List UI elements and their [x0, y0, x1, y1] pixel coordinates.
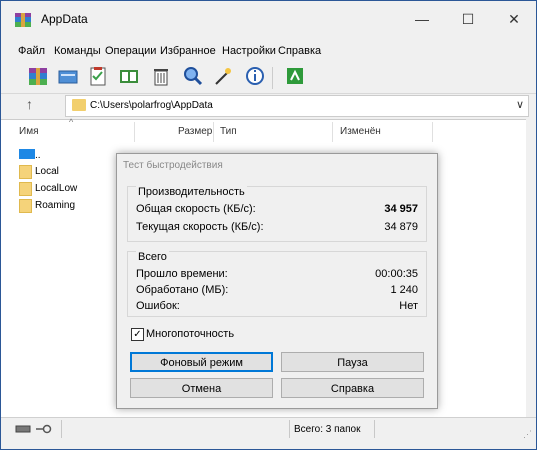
elapsed-label: Прошло времени: — [136, 268, 228, 280]
status-divider — [289, 420, 290, 438]
column-divider[interactable] — [134, 122, 135, 142]
performance-group: Производительность Общая скорость (КБ/с)… — [127, 186, 427, 242]
elapsed-value: 00:00:35 — [375, 268, 418, 280]
wizard-icon[interactable] — [212, 65, 234, 87]
pause-button[interactable]: Пауза — [281, 352, 424, 372]
test-icon[interactable] — [87, 65, 109, 87]
menu-help[interactable]: Справка — [278, 45, 321, 57]
cancel-button[interactable]: Отмена — [130, 378, 273, 398]
resize-grip-icon[interactable]: ⋰ — [523, 429, 532, 440]
total-speed-value: 34 957 — [384, 203, 418, 215]
errors-label: Ошибок: — [136, 300, 180, 312]
processed-value: 1 240 — [390, 284, 418, 296]
current-speed-value: 34 879 — [384, 221, 418, 233]
total-speed-row: Общая скорость (КБ/с): 34 957 — [136, 203, 418, 215]
folder-icon — [19, 199, 32, 213]
add-archive-icon[interactable] — [27, 65, 49, 87]
benchmark-dialog: Тест быстродействия Производительность О… — [116, 153, 438, 409]
vertical-scrollbar[interactable] — [526, 119, 536, 416]
current-speed-row: Текущая скорость (КБ/с): 34 879 — [136, 221, 418, 233]
help-button[interactable]: Справка — [281, 378, 424, 398]
menu-operations[interactable]: Операции — [105, 45, 156, 57]
parent-folder-icon — [19, 149, 35, 159]
info-icon[interactable] — [244, 65, 266, 87]
menu-file[interactable]: Файл — [18, 45, 45, 57]
column-name[interactable]: Имя — [19, 126, 38, 137]
toolbar — [1, 61, 536, 93]
background-mode-button[interactable]: Фоновый режим — [130, 352, 273, 372]
column-size[interactable]: Размер — [178, 126, 212, 137]
folder-icon — [72, 99, 86, 111]
status-text: Всего: 3 папок — [294, 424, 361, 435]
window-title: AppData — [41, 12, 88, 26]
main-window: AppData — ☐ ✕ Файл Команды Операции Избр… — [0, 0, 537, 450]
performance-heading: Производительность — [136, 186, 247, 198]
path-text: C:\Users\polarfrog\AppData — [90, 100, 213, 111]
up-arrow-icon[interactable]: ↑ — [26, 96, 33, 112]
menu-favorites[interactable]: Избранное — [160, 45, 216, 57]
view-icon[interactable] — [118, 65, 140, 87]
menu-settings[interactable]: Настройки — [222, 45, 276, 57]
close-button[interactable]: ✕ — [491, 1, 537, 37]
totals-group: Всего Прошло времени: 00:00:35 Обработан… — [127, 251, 427, 317]
file-name: Local — [35, 166, 59, 177]
file-name: LocalLow — [35, 183, 78, 194]
close-icon: ✕ — [508, 10, 520, 27]
totals-heading: Всего — [136, 251, 169, 263]
address-bar: ↑ C:\Users\polarfrog\AppData ∨ — [1, 93, 536, 118]
multithreading-label[interactable]: Многопоточность — [146, 328, 234, 340]
minimize-icon: — — [415, 11, 429, 27]
column-divider[interactable] — [432, 122, 433, 142]
errors-value: Нет — [399, 300, 418, 312]
elapsed-row: Прошло времени: 00:00:35 — [136, 268, 418, 280]
minimize-button[interactable]: — — [399, 1, 445, 37]
sort-caret-icon: ^ — [69, 117, 74, 127]
repair-icon[interactable] — [284, 65, 306, 87]
column-divider[interactable] — [213, 122, 214, 142]
find-icon[interactable] — [182, 65, 204, 87]
key-icon[interactable] — [35, 424, 53, 434]
folder-icon — [19, 182, 32, 196]
processed-row: Обработано (МБ): 1 240 — [136, 284, 418, 296]
extract-to-icon[interactable] — [57, 65, 79, 87]
status-bar: Всего: 3 папок ⋰ — [1, 417, 536, 442]
multithreading-checkbox[interactable]: ✓ — [131, 328, 144, 341]
column-divider[interactable] — [332, 122, 333, 142]
drive-icon[interactable] — [15, 424, 31, 434]
total-speed-label: Общая скорость (КБ/с): — [136, 203, 256, 215]
menu-bar: Файл Команды Операции Избранное Настройк… — [1, 41, 536, 61]
chevron-down-icon[interactable]: ∨ — [516, 98, 524, 111]
path-field[interactable]: C:\Users\polarfrog\AppData ∨ — [65, 95, 529, 117]
delete-icon[interactable] — [150, 65, 172, 87]
maximize-button[interactable]: ☐ — [445, 1, 491, 37]
column-type[interactable]: Тип — [220, 126, 237, 137]
maximize-icon: ☐ — [461, 10, 475, 27]
menu-commands[interactable]: Команды — [54, 45, 101, 57]
errors-row: Ошибок: Нет — [136, 300, 418, 312]
title-bar[interactable]: AppData — ☐ ✕ — [1, 1, 536, 37]
processed-label: Обработано (МБ): — [136, 284, 229, 296]
folder-icon — [19, 165, 32, 179]
status-divider — [61, 420, 62, 438]
dialog-title: Тест быстродействия — [123, 160, 223, 171]
column-modified[interactable]: Изменён — [340, 126, 381, 137]
winrar-app-icon — [15, 13, 31, 27]
current-speed-label: Текущая скорость (КБ/с): — [136, 221, 264, 233]
file-name: .. — [35, 150, 41, 161]
file-name: Roaming — [35, 200, 76, 211]
toolbar-separator — [272, 67, 273, 89]
status-divider — [374, 420, 375, 438]
